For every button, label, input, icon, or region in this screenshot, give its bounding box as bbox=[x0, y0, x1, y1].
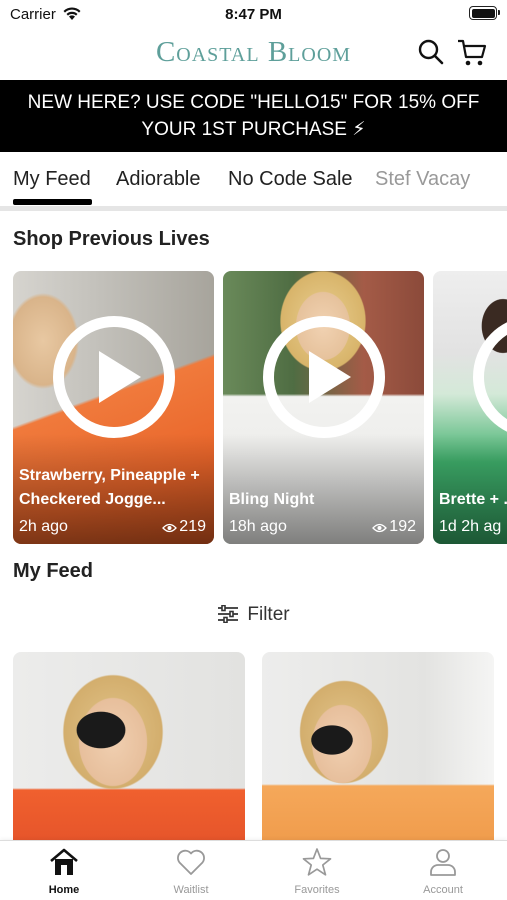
nav-waitlist-label: Waitlist bbox=[173, 884, 209, 896]
live-title: Brette + ... bbox=[439, 491, 507, 508]
nav-home-label: Home bbox=[48, 884, 80, 896]
live-meta: 2h ago 219 bbox=[19, 518, 206, 536]
home-icon bbox=[50, 848, 78, 875]
sliders-icon bbox=[218, 605, 239, 623]
nav-favorites-label: Favorites bbox=[294, 884, 340, 896]
promo-line-1: NEW HERE? USE CODE "HELLO15" FOR 15% OFF bbox=[27, 92, 480, 113]
product-card[interactable] bbox=[13, 652, 245, 852]
promo-banner[interactable]: NEW HERE? USE CODE "HELLO15" FOR 15% OFF… bbox=[0, 80, 507, 152]
live-card[interactable]: Bling Night 18h ago 192 bbox=[223, 271, 424, 544]
nav-account-label: Account bbox=[423, 884, 463, 896]
live-title: Bling Night bbox=[229, 491, 315, 508]
tabs-divider bbox=[0, 206, 507, 211]
nav-home[interactable]: Home bbox=[19, 847, 109, 896]
eye-icon bbox=[162, 523, 178, 533]
filter-label: Filter bbox=[247, 604, 290, 625]
tab-stef-vacay[interactable]: Stef Vacay bbox=[375, 168, 470, 191]
tab-no-code-sale[interactable]: No Code Sale bbox=[228, 168, 353, 191]
live-meta: 1d 2h ag bbox=[439, 518, 507, 536]
app-header: Coastal Bloom bbox=[0, 30, 507, 80]
tab-my-feed[interactable]: My Feed bbox=[13, 168, 91, 191]
live-view-count: 219 bbox=[179, 518, 206, 535]
product-card[interactable] bbox=[262, 652, 494, 852]
live-time-ago: 2h ago bbox=[19, 518, 68, 535]
live-view-count: 192 bbox=[389, 518, 416, 535]
active-tab-indicator bbox=[13, 199, 92, 205]
product-image bbox=[13, 652, 245, 852]
cart-icon[interactable] bbox=[456, 38, 488, 68]
search-icon[interactable] bbox=[417, 38, 445, 66]
previous-lives-carousel[interactable]: Strawberry, Pineapple + Checkered Jogge.… bbox=[0, 271, 507, 545]
eye-icon bbox=[372, 523, 388, 533]
account-icon bbox=[430, 849, 456, 876]
heart-icon bbox=[177, 849, 205, 875]
live-views: 219 bbox=[162, 518, 206, 536]
play-icon[interactable] bbox=[263, 316, 385, 438]
nav-account[interactable]: Account bbox=[398, 847, 488, 896]
product-image bbox=[262, 652, 494, 852]
status-time: 8:47 PM bbox=[225, 6, 282, 23]
live-time-ago: 1d 2h ag bbox=[439, 518, 502, 535]
nav-waitlist[interactable]: Waitlist bbox=[146, 847, 236, 896]
bottom-nav: Home Waitlist Favorites Account bbox=[0, 840, 507, 900]
live-time-ago: 18h ago bbox=[229, 518, 287, 535]
live-title: Strawberry, Pineapple + Checkered Jogge.… bbox=[19, 467, 200, 508]
tab-adiorable[interactable]: Adiorable bbox=[116, 168, 201, 191]
star-icon bbox=[302, 848, 332, 876]
nav-favorites[interactable]: Favorites bbox=[272, 847, 362, 896]
live-card[interactable]: Brette + ... 1d 2h ag bbox=[433, 271, 507, 544]
promo-line-2: YOUR 1ST PURCHASE ⚡ bbox=[141, 119, 366, 140]
my-feed-title: My Feed bbox=[13, 560, 94, 582]
live-meta: 18h ago 192 bbox=[229, 518, 416, 536]
battery-icon bbox=[469, 6, 500, 20]
filter-button[interactable]: Filter bbox=[0, 604, 507, 626]
play-icon[interactable] bbox=[53, 316, 175, 438]
previous-lives-title: Shop Previous Lives bbox=[13, 228, 210, 250]
live-card[interactable]: Strawberry, Pineapple + Checkered Jogge.… bbox=[13, 271, 214, 544]
status-bar: Carrier 8:47 PM bbox=[0, 0, 507, 30]
live-views: 192 bbox=[372, 518, 416, 536]
